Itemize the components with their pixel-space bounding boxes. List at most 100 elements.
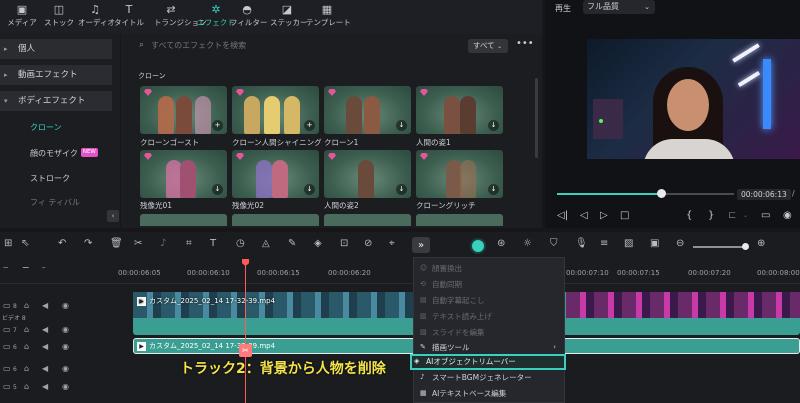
- split-scissors-icon[interactable]: ✂: [239, 344, 252, 357]
- effects-search-input[interactable]: [151, 38, 301, 52]
- folder-icon[interactable]: ⌂: [24, 364, 29, 373]
- zoom-slider-track[interactable]: [693, 246, 745, 248]
- eye-icon[interactable]: ◉: [62, 301, 69, 310]
- speed-icon[interactable]: ◷: [236, 238, 245, 249]
- add-icon[interactable]: +: [304, 120, 315, 131]
- track-lock-icon[interactable]: ▭: [3, 382, 11, 391]
- sidebar-subitem-stroke[interactable]: ストローク: [30, 173, 70, 184]
- track-lock-icon[interactable]: ▭: [3, 342, 11, 351]
- speaker-icon[interactable]: ◀: [42, 301, 48, 310]
- effect-thumbnail[interactable]: ↓: [416, 150, 503, 198]
- sidebar-subitem-clone[interactable]: クローン: [30, 122, 62, 133]
- download-icon[interactable]: ↓: [304, 184, 315, 195]
- track-lock-icon[interactable]: ▭: [3, 301, 11, 310]
- effect-thumbnail[interactable]: ↓: [324, 86, 411, 134]
- eye-icon[interactable]: ◉: [62, 342, 69, 351]
- sidebar-item-personal[interactable]: ▸ 個人: [0, 39, 112, 59]
- folder-icon[interactable]: ⌂: [24, 301, 29, 310]
- speaker-icon[interactable]: ◀: [42, 342, 48, 351]
- sidebar-item-video-effects[interactable]: ▸ 動画エフェクト: [0, 65, 112, 85]
- effect-thumbnail[interactable]: [324, 214, 411, 226]
- render-preview-icon[interactable]: ⊛: [497, 238, 505, 249]
- speaker-icon[interactable]: ◀: [42, 382, 48, 391]
- effect-thumbnail[interactable]: ↓: [324, 150, 411, 198]
- redo-icon[interactable]: ↷: [84, 238, 92, 249]
- download-icon[interactable]: ↓: [396, 120, 407, 131]
- menu-item-ai-text-edit[interactable]: ▦ AIテキストベース編集: [418, 386, 562, 401]
- collapse-sidebar-button[interactable]: ‹: [107, 210, 119, 222]
- effect-thumbnail[interactable]: ↓: [416, 86, 503, 134]
- menu-item-text-to-speech[interactable]: ▥ テキスト読み上げ: [418, 309, 562, 324]
- more-options-icon[interactable]: •••: [516, 38, 534, 49]
- stop-icon[interactable]: □: [620, 210, 629, 221]
- clip-marker-icon[interactable]: ⊏: [728, 210, 736, 221]
- tab-filters[interactable]: ◓ フィルター: [230, 3, 267, 33]
- crop-icon[interactable]: ⌗: [186, 238, 192, 249]
- color-icon[interactable]: ◬: [262, 238, 270, 249]
- folder-icon[interactable]: ⌂: [24, 325, 29, 334]
- keyframe-icon[interactable]: ◈: [314, 238, 322, 249]
- playback-progress[interactable]: [557, 193, 662, 195]
- sidebar-subitem-face-mosaic[interactable]: 顔のモザイク NEW: [30, 148, 98, 159]
- tab-media[interactable]: ▣ メディア: [5, 3, 39, 33]
- transform-icon[interactable]: ⌖: [389, 238, 395, 249]
- video-preview-frame[interactable]: [587, 39, 800, 159]
- text-icon[interactable]: T: [210, 238, 216, 249]
- tab-templates[interactable]: ▦ テンプレート: [306, 3, 351, 33]
- menu-item-smart-bgm[interactable]: ♪ スマートBGMジェネレーター: [418, 370, 562, 385]
- auto-highlight-icon[interactable]: ☼: [523, 238, 532, 249]
- stabilize-icon[interactable]: ⊡: [340, 238, 348, 249]
- edit-icon[interactable]: ✎: [288, 238, 296, 249]
- menu-item-face-replace[interactable]: ☺ 顔置換出: [418, 261, 562, 276]
- playhead-handle[interactable]: [657, 189, 666, 198]
- effect-thumbnail[interactable]: ↓: [232, 150, 319, 198]
- add-icon[interactable]: +: [212, 120, 223, 131]
- speaker-icon[interactable]: ◀: [42, 325, 48, 334]
- mark-in-icon[interactable]: {: [686, 210, 692, 221]
- select-tool-icon[interactable]: ⇖: [21, 238, 29, 249]
- speaker-icon[interactable]: ◀: [42, 364, 48, 373]
- menu-item-ai-object-remover[interactable]: ◈ AIオブジェクトリムーバー: [410, 354, 566, 370]
- effect-thumbnail[interactable]: ↓: [140, 150, 227, 198]
- snapshot-icon[interactable]: ◉: [783, 210, 792, 221]
- timeline-playhead[interactable]: [245, 262, 246, 403]
- zoom-slider-handle[interactable]: [742, 243, 749, 250]
- menu-item-auto-captions[interactable]: ▤ 自動字幕起こし: [418, 293, 562, 308]
- zoom-in-icon[interactable]: ⊕: [757, 238, 765, 249]
- download-icon[interactable]: ↓: [396, 184, 407, 195]
- tab-transitions[interactable]: ⇄ トランジション: [154, 3, 207, 33]
- audio-detach-icon[interactable]: ♪: [160, 238, 166, 249]
- effect-thumbnail[interactable]: [140, 214, 227, 226]
- step-back-icon[interactable]: ◁: [580, 210, 588, 221]
- tab-titles[interactable]: T タイトル: [112, 3, 146, 33]
- quality-dropdown[interactable]: フル品質 ⌄: [583, 0, 655, 14]
- effects-scrollbar[interactable]: [535, 78, 538, 158]
- menu-item-drawing-tools[interactable]: ✎ 描画ツール ›: [418, 340, 562, 355]
- download-icon[interactable]: ↓: [212, 184, 223, 195]
- display-icon[interactable]: ▭: [761, 210, 770, 221]
- eye-icon[interactable]: ◉: [62, 364, 69, 373]
- tab-stickers[interactable]: ◪ ステッカー: [270, 3, 308, 33]
- track-lock-icon[interactable]: ▭: [3, 325, 11, 334]
- effect-thumbnail[interactable]: +: [140, 86, 227, 134]
- mask-icon[interactable]: ⊘: [364, 238, 372, 249]
- effects-filter-dropdown[interactable]: すべて ⌄: [468, 39, 508, 53]
- tab-stock[interactable]: ◫ ストック: [42, 3, 76, 33]
- menu-item-auto-sync[interactable]: ⟲ 自動同期: [418, 277, 562, 292]
- eye-icon[interactable]: ◉: [62, 325, 69, 334]
- track-lock-icon[interactable]: ▭: [3, 364, 11, 373]
- folder-icon[interactable]: ⌂: [24, 342, 29, 351]
- voiceover-icon[interactable]: ≡: [600, 238, 608, 249]
- play-icon[interactable]: ▷: [600, 210, 608, 221]
- split-scissors-icon[interactable]: ✂: [134, 238, 142, 249]
- layout-icon[interactable]: ⊞: [4, 238, 12, 249]
- zoom-out-icon[interactable]: ⊖: [676, 238, 684, 249]
- download-icon[interactable]: ↓: [488, 184, 499, 195]
- image-icon[interactable]: ▨: [624, 238, 633, 249]
- effect-thumbnail[interactable]: [416, 214, 503, 226]
- undo-icon[interactable]: ↶: [58, 238, 66, 249]
- mark-out-icon[interactable]: }: [708, 210, 714, 221]
- more-tools-button[interactable]: »: [412, 237, 430, 253]
- folder-icon[interactable]: ⌂: [24, 382, 29, 391]
- previous-frame-icon[interactable]: ◁|: [557, 210, 568, 221]
